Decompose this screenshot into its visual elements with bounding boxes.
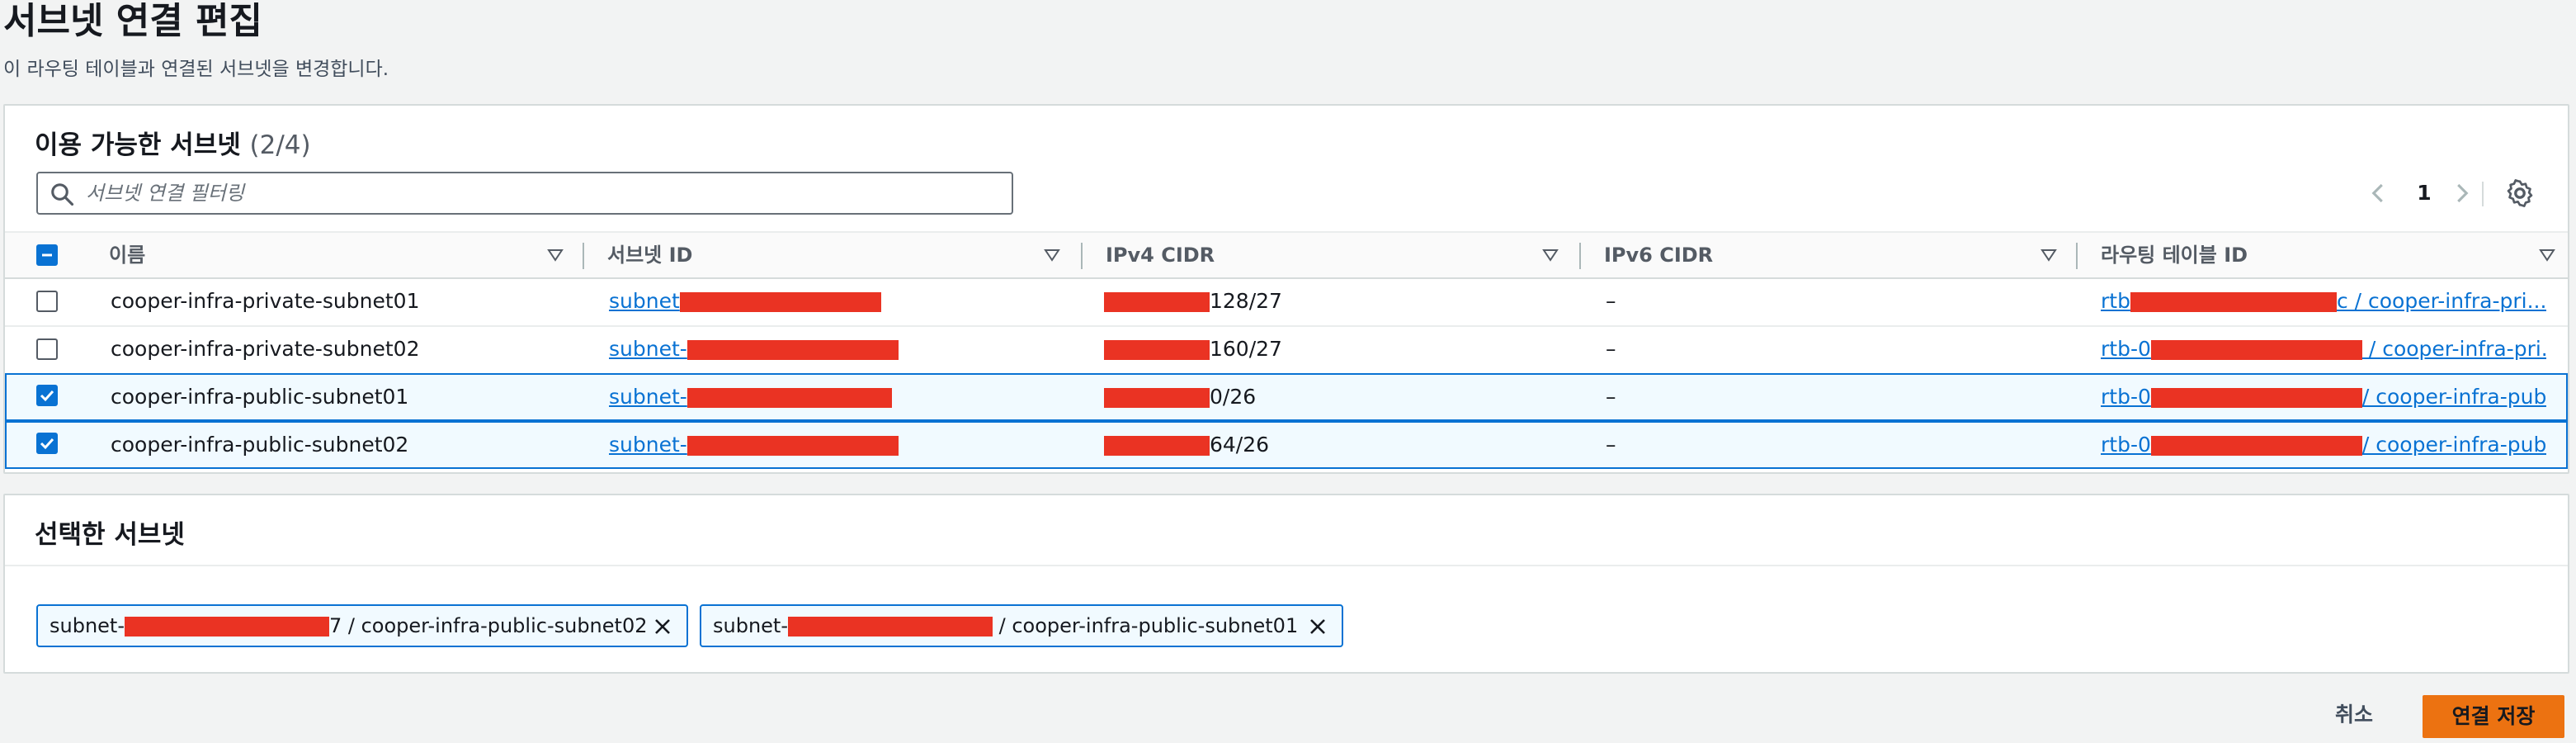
selected-subnets-title: 선택한 서브넷	[35, 520, 185, 550]
redaction	[686, 340, 899, 360]
chevron-right-icon	[2457, 183, 2469, 203]
filter-search-input[interactable]	[86, 177, 1002, 210]
table-row-selected[interactable]: cooper-infra-public-subnet01 subnet- 0/2…	[5, 373, 2568, 421]
column-resize-handle[interactable]	[2076, 243, 2078, 269]
ipv6-cidr: –	[1606, 385, 1616, 409]
column-resize-handle[interactable]	[1579, 243, 1581, 269]
page-description: 이 라우팅 테이블과 연결된 서브넷을 변경합니다.	[3, 59, 389, 80]
route-table-link[interactable]: rtb-0 / cooper-infra-pri...	[2101, 327, 2546, 372]
filter-search-box[interactable]	[36, 172, 1013, 215]
route-table-link[interactable]: rtb c / cooper-infra-pri...	[2101, 279, 2546, 324]
column-header-ipv6-cidr[interactable]: IPv6 CIDR	[1604, 233, 1713, 277]
selection-count: (2/4)	[249, 130, 311, 160]
row-checkbox[interactable]	[36, 291, 58, 312]
cancel-button[interactable]: 취소	[2335, 697, 2373, 733]
ipv6-cidr: –	[1606, 337, 1616, 361]
selected-subnet-token: subnet- / cooper-infra-public-subnet01	[700, 604, 1343, 647]
row-checkbox[interactable]	[36, 338, 58, 360]
column-header-route-table-id[interactable]: 라우팅 테이블 ID	[2101, 233, 2248, 277]
column-header-subnet-id[interactable]: 서브넷 ID	[607, 233, 692, 277]
selected-subnet-token: subnet- 7 / cooper-infra-public-subnet02	[36, 604, 688, 647]
column-resize-handle[interactable]	[1081, 243, 1083, 269]
row-checkbox[interactable]	[36, 433, 58, 454]
next-page-button[interactable]	[2449, 172, 2474, 215]
redaction	[2150, 340, 2362, 360]
row-checkbox[interactable]	[36, 385, 58, 406]
available-subnets-title: 이용 가능한 서브넷	[35, 130, 241, 160]
redaction	[788, 617, 993, 637]
subnet-table-header: 이름 서브넷 ID IPv4 CIDR IPv6 CIDR 라우팅 테이블 ID	[5, 231, 2568, 279]
previous-page-button[interactable]	[2366, 172, 2391, 215]
table-settings-button[interactable]	[2505, 172, 2538, 215]
current-page-number[interactable]: 1	[2414, 172, 2434, 215]
redaction	[679, 292, 881, 312]
subnet-name: cooper-infra-private-subnet02	[111, 337, 420, 361]
redaction	[1104, 292, 1210, 312]
sort-down-icon[interactable]	[546, 246, 564, 264]
select-all-checkbox[interactable]	[36, 244, 58, 266]
gear-icon	[2507, 179, 2533, 207]
route-table-link[interactable]: rtb-0/ cooper-infra-pub...	[2101, 423, 2546, 467]
selected-subnets-panel: 선택한 서브넷 subnet- 7 / cooper-infra-public-s…	[3, 494, 2569, 674]
subnet-id-link[interactable]: subnet	[609, 279, 881, 324]
redaction	[1104, 388, 1210, 408]
ipv4-cidr: 0/26	[1104, 375, 1256, 419]
ipv4-cidr: 160/27	[1104, 327, 1282, 372]
save-associations-button[interactable]: 연결 저장	[2423, 695, 2564, 738]
sort-down-icon[interactable]	[2538, 246, 2556, 264]
ipv4-cidr: 128/27	[1104, 279, 1282, 324]
table-row[interactable]: cooper-infra-private-subnet01 subnet 128…	[5, 279, 2568, 327]
redaction	[2150, 388, 2362, 408]
redaction	[1104, 340, 1210, 360]
redaction	[125, 617, 329, 637]
sort-down-icon[interactable]	[2040, 246, 2058, 264]
subnet-name: cooper-infra-public-subnet02	[111, 433, 409, 457]
column-header-ipv4-cidr[interactable]: IPv4 CIDR	[1106, 233, 1215, 277]
column-header-name[interactable]: 이름	[109, 233, 145, 277]
subnet-name: cooper-infra-private-subnet01	[111, 289, 420, 313]
subnet-id-link[interactable]: subnet-	[609, 423, 899, 467]
sort-down-icon[interactable]	[1043, 246, 1061, 264]
ipv4-cidr: 64/26	[1104, 423, 1269, 467]
sort-down-icon[interactable]	[1541, 246, 1559, 264]
search-icon	[51, 183, 74, 206]
table-row-selected[interactable]: cooper-infra-public-subnet02 subnet- 64/…	[5, 421, 2568, 469]
redaction	[686, 436, 899, 456]
subnet-id-link[interactable]: subnet-	[609, 327, 899, 372]
redaction	[1104, 436, 1210, 456]
column-resize-handle[interactable]	[583, 243, 584, 269]
minus-icon	[42, 253, 52, 257]
page-title: 서브넷 연결 편집	[3, 0, 262, 42]
checkmark-icon	[40, 390, 54, 402]
pager-divider	[2482, 182, 2484, 206]
redaction	[2130, 292, 2337, 312]
close-icon[interactable]	[652, 616, 673, 637]
route-table-link[interactable]: rtb-0/ cooper-infra-pub...	[2101, 375, 2546, 419]
available-subnets-header: 이용 가능한 서브넷 (2/4)	[35, 124, 311, 161]
redaction	[2150, 436, 2362, 456]
ipv6-cidr: –	[1606, 289, 1616, 313]
table-row[interactable]: cooper-infra-private-subnet02 subnet- 16…	[5, 327, 2568, 375]
panel-divider	[5, 565, 2568, 566]
redaction	[686, 388, 892, 408]
subnet-id-link[interactable]: subnet-	[609, 375, 892, 419]
ipv6-cidr: –	[1606, 433, 1616, 457]
subnet-name: cooper-infra-public-subnet01	[111, 385, 409, 409]
available-subnets-panel: 이용 가능한 서브넷 (2/4) 1 이름	[3, 104, 2569, 474]
chevron-left-icon	[2371, 183, 2383, 203]
close-icon[interactable]	[1307, 616, 1328, 637]
checkmark-icon	[40, 438, 54, 450]
